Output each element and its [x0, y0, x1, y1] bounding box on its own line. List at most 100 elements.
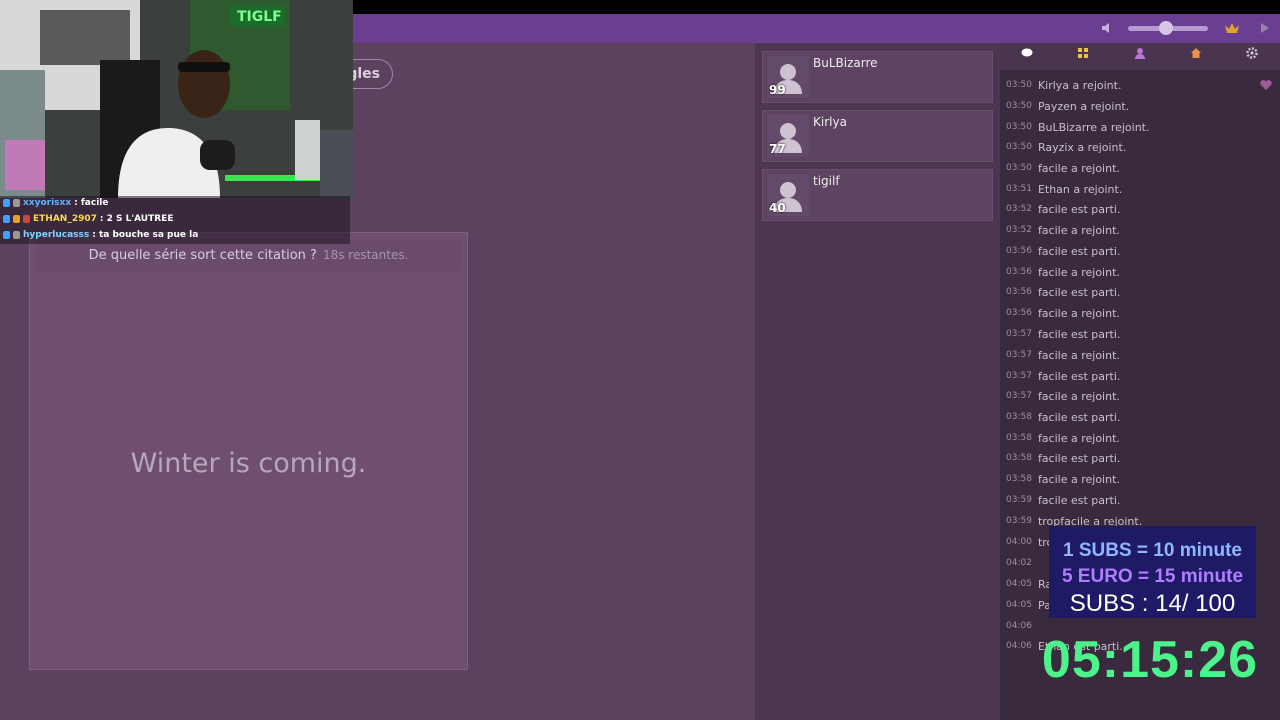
chat-log-line: 03:50 Kirlya a rejoint.: [1006, 75, 1121, 95]
log-time: 03:50: [1006, 122, 1032, 132]
chat-log-line: 03:50 facile a rejoint.: [1006, 158, 1120, 178]
badge-icon: [3, 231, 10, 239]
log-message: facile a rejoint.: [1037, 472, 1120, 486]
log-time: 03:58: [1006, 474, 1032, 484]
log-message: facile est parti.: [1037, 410, 1121, 424]
log-time: 04:05: [1006, 600, 1032, 610]
log-time: 03:56: [1006, 287, 1032, 297]
player-score: 99: [769, 83, 786, 97]
log-message: Payzen a rejoint.: [1037, 99, 1130, 113]
log-message: facile est parti.: [1037, 327, 1121, 341]
log-time: 04:00: [1006, 537, 1032, 547]
badge-icon: [13, 215, 20, 223]
player-card[interactable]: 99 BuLBizarre: [762, 51, 993, 103]
user-add-icon[interactable]: [1130, 47, 1150, 65]
players-icon[interactable]: [1073, 47, 1093, 65]
badge-icon: [23, 215, 30, 223]
player-name: Kirlya: [813, 115, 847, 129]
badge-icon: [3, 199, 10, 207]
euro-rate: 5 EURO = 15 minute: [1061, 566, 1244, 587]
chat-log-line: 03:51 Ethan a rejoint.: [1006, 179, 1122, 199]
log-message: facile a rejoint.: [1037, 265, 1120, 279]
log-time: 03:52: [1006, 225, 1032, 235]
chat-log-line: 03:58 facile est parti.: [1006, 407, 1120, 427]
log-message: facile est parti.: [1037, 244, 1121, 258]
svg-text:TIGLF: TIGLF: [237, 9, 282, 25]
log-time: 04:06: [1006, 621, 1032, 631]
log-message: facile a rejoint.: [1037, 161, 1120, 175]
question-timer: 18s restantes.: [322, 248, 409, 262]
player-name: tigilf: [813, 174, 840, 188]
crown-icon[interactable]: [1224, 19, 1240, 37]
chat-log-line: 03:58 facile a rejoint.: [1006, 428, 1120, 448]
badge-icon: [13, 231, 20, 239]
log-time: 03:58: [1006, 433, 1032, 443]
log-message: facile est parti.: [1037, 369, 1121, 383]
avatar: 99: [767, 56, 809, 98]
player-score: 77: [769, 142, 786, 156]
chat-log-line: 03:58 facile est parti.: [1006, 448, 1120, 468]
log-time: 04:02: [1006, 558, 1032, 568]
log-time: 03:58: [1006, 453, 1032, 463]
player-name: BuLBizarre: [813, 56, 878, 70]
chat-log-line: 03:56 facile est parti.: [1006, 241, 1120, 261]
log-time: 03:56: [1006, 267, 1032, 277]
chat-log-line: 03:57 facile est parti.: [1006, 324, 1120, 344]
stream-chat-line: hyperlucasss : ta bouche sa pue la: [3, 228, 198, 242]
player-card[interactable]: 40 tigilf: [762, 169, 993, 221]
webcam-overlay: TIGLF: [0, 0, 353, 198]
log-message: facile a rejoint.: [1037, 306, 1120, 320]
chat-log-line: 03:56 facile a rejoint.: [1006, 303, 1120, 323]
stream-chat-user: xxyorisxx: [23, 198, 72, 208]
stream-chat-message: : ta bouche sa pue la: [92, 230, 199, 240]
play-icon[interactable]: [1258, 19, 1272, 37]
chat-log-line: 03:52 facile est parti.: [1006, 199, 1120, 219]
chat-tabs: [1000, 43, 1280, 70]
log-message: facile a rejoint.: [1037, 389, 1120, 403]
subathon-timer: 05:15:26: [1041, 631, 1259, 689]
webcam-image: TIGLF: [0, 0, 353, 198]
log-message: facile a rejoint.: [1037, 223, 1120, 237]
log-time: 03:59: [1006, 495, 1032, 505]
log-message: facile est parti.: [1037, 285, 1121, 299]
chat-log-line: 04:02: [1006, 553, 1038, 573]
heart-icon[interactable]: [1260, 76, 1272, 90]
player-card[interactable]: 77 Kirlya: [762, 110, 993, 162]
stream-chat-message: : 2 S L'AUTREE: [99, 214, 174, 224]
log-time: 03:57: [1006, 371, 1032, 381]
log-time: 03:57: [1006, 329, 1032, 339]
log-time: 03:59: [1006, 516, 1032, 526]
log-message: facile est parti.: [1037, 493, 1121, 507]
volume-slider-knob[interactable]: [1159, 21, 1173, 35]
speaker-icon[interactable]: [1100, 19, 1116, 37]
stream-chat-message: : facile: [74, 198, 109, 208]
log-time: 03:50: [1006, 142, 1032, 152]
log-time: 03:51: [1006, 184, 1032, 194]
log-message: Kirlya a rejoint.: [1037, 78, 1122, 92]
question-quote: Winter is coming.: [130, 448, 367, 479]
chat-log-line: 03:52 facile a rejoint.: [1006, 220, 1120, 240]
log-message: facile a rejoint.: [1037, 348, 1120, 362]
log-time: 03:56: [1006, 246, 1032, 256]
stream-chat-line: xxyorisxx : facile: [3, 196, 109, 210]
log-message: facile a rejoint.: [1037, 431, 1120, 445]
log-time: 03:50: [1006, 101, 1032, 111]
badge-icon: [13, 199, 20, 207]
chat-log-line: 03:50 Payzen a rejoint.: [1006, 96, 1129, 116]
log-message: Ethan a rejoint.: [1037, 182, 1123, 196]
log-time: 03:56: [1006, 308, 1032, 318]
house-icon[interactable]: [1186, 47, 1206, 65]
gear-icon[interactable]: [1242, 47, 1262, 65]
chat-log-line: 03:50 BuLBizarre a rejoint.: [1006, 117, 1149, 137]
stream-chat-user: ETHAN_2907: [33, 214, 97, 224]
stream-chat-user: hyperlucasss: [23, 230, 90, 240]
stream-chat-line: ETHAN_2907 : 2 S L'AUTREE: [3, 212, 173, 226]
log-time: 04:05: [1006, 579, 1032, 589]
chat-log-line: 03:56 facile est parti.: [1006, 282, 1120, 302]
log-message: facile est parti.: [1037, 451, 1121, 465]
badge-icon: [3, 215, 10, 223]
chat-bubble-icon[interactable]: [1017, 47, 1037, 65]
log-time: 04:06: [1006, 641, 1032, 651]
chat-log-line: 03:56 facile a rejoint.: [1006, 262, 1120, 282]
chat-log-line: 03:57 facile a rejoint.: [1006, 345, 1120, 365]
